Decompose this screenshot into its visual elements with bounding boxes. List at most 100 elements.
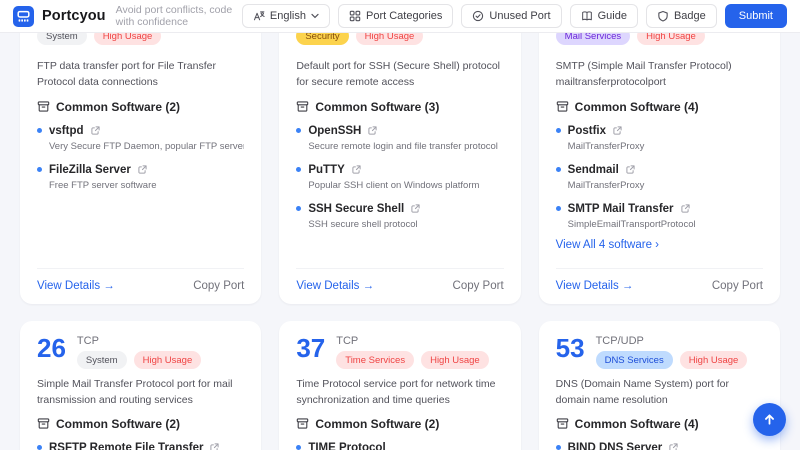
view-all-link[interactable]: View All 4 software ›: [556, 239, 763, 251]
port-description: Time Protocol service port for network t…: [296, 377, 503, 409]
software-item: SMTP Mail Transfer SimpleEmailTransportPr…: [556, 203, 763, 230]
bullet-dot: [296, 445, 301, 450]
software-name-link[interactable]: Sendmail: [568, 164, 619, 176]
port-meta: TCP Time ServicesHigh Usage: [336, 335, 488, 369]
software-description: SimpleEmailTransportProtocol: [568, 219, 763, 230]
bullet-dot: [556, 167, 561, 172]
bullet-dot: [37, 128, 42, 133]
software-item: PuTTY Popular SSH client on Windows platf…: [296, 164, 503, 191]
category-badge: DNS Services: [596, 351, 673, 369]
shield-icon: [657, 10, 669, 22]
software-description: SSH secure shell protocol: [308, 219, 503, 230]
port-description: Default port for SSH (Secure Shell) prot…: [296, 59, 503, 91]
software-name-link[interactable]: SMTP Mail Transfer: [568, 203, 674, 215]
software-item: RSFTP Remote File Transfer: [37, 442, 244, 450]
software-item: vsftpd Very Secure FTP Daemon, popular FT…: [37, 125, 244, 152]
port-protocol: TCP: [77, 335, 201, 348]
software-description: Very Secure FTP Daemon, popular FTP serv…: [49, 141, 244, 152]
badge-row: DNS Services High Usage: [596, 351, 748, 369]
port-card-grid: SystemHigh Usage FTP data transfer port …: [0, 5, 800, 450]
nav-button-unused-port[interactable]: Unused Port: [461, 4, 561, 28]
box-icon: [296, 100, 309, 113]
software-description: Popular SSH client on Windows platform: [308, 180, 503, 191]
software-item: FileZilla ServerFree FTP server software: [37, 164, 244, 191]
box-icon: [37, 417, 50, 430]
port-card[interactable]: 53 TCP/UDP DNS ServicesHigh Usage DNS (D…: [539, 321, 780, 450]
port-card[interactable]: Mail ServicesHigh Usage SMTP (Simple Mai…: [539, 5, 780, 304]
port-number: 26: [37, 335, 66, 369]
software-list: TIME Protocol: [296, 431, 503, 450]
external-link-icon: [613, 126, 622, 135]
card-footer: View Details → Copy Port: [556, 268, 763, 292]
nav-button-port-categories[interactable]: Port Categories: [338, 4, 453, 28]
port-card[interactable]: SecurityHigh Usage Default port for SSH …: [279, 5, 520, 304]
box-icon: [556, 100, 569, 113]
language-selector[interactable]: English: [242, 4, 330, 28]
badge-row: System High Usage: [77, 351, 201, 369]
category-badge: High Usage: [134, 351, 202, 369]
port-card[interactable]: 37 TCP Time ServicesHigh Usage Time Prot…: [279, 321, 520, 450]
scroll-to-top-button[interactable]: [753, 403, 786, 436]
bullet-dot: [296, 206, 301, 211]
bullet-dot: [556, 445, 561, 450]
nav-button-badge[interactable]: Badge: [646, 4, 717, 28]
software-description: MailTransferProxy: [568, 141, 763, 152]
external-link-icon: [91, 126, 100, 135]
copy-port-button[interactable]: Copy Port: [193, 280, 244, 292]
common-software-header: Common Software (2): [37, 100, 244, 114]
external-link-icon: [368, 126, 377, 135]
header-nav: English Port Categories Unused Port Guid…: [242, 4, 787, 28]
port-header: 37 TCP Time ServicesHigh Usage: [296, 335, 503, 369]
view-details-link[interactable]: View Details →: [296, 280, 374, 292]
circle-check-icon: [472, 10, 484, 22]
port-description: SMTP (Simple Mail Transfer Protocol) mai…: [556, 59, 763, 91]
copy-port-button[interactable]: Copy Port: [453, 280, 504, 292]
software-list: OpenSSH Secure remote login and file tran…: [296, 114, 503, 230]
software-name-link[interactable]: FileZilla Server: [49, 164, 131, 176]
port-number: 53: [556, 335, 585, 369]
category-badge: System: [77, 351, 127, 369]
external-link-icon: [681, 204, 690, 213]
category-badge: High Usage: [680, 351, 748, 369]
common-software-label: Common Software (3): [315, 100, 439, 114]
port-card[interactable]: 26 TCP System High Usage Simple Mail Tran…: [20, 321, 261, 450]
common-software-header: Common Software (2): [37, 417, 244, 431]
software-name-link[interactable]: BIND DNS Server: [568, 442, 663, 450]
view-details-link[interactable]: View Details →: [37, 280, 115, 292]
software-list: Postfix MailTransferProxy Sendmail MailTran…: [556, 114, 763, 230]
software-item: SSH Secure Shell SSH secure shell protoco…: [296, 203, 503, 230]
external-link-icon: [626, 165, 635, 174]
copy-port-button[interactable]: Copy Port: [712, 280, 763, 292]
software-description: Secure remote login and file transfer pr…: [308, 141, 503, 152]
bullet-dot: [296, 128, 301, 133]
software-name-link[interactable]: PuTTY: [308, 164, 344, 176]
software-name-link[interactable]: OpenSSH: [308, 125, 361, 137]
submit-button[interactable]: Submit: [725, 4, 787, 28]
badge-row: Time ServicesHigh Usage: [336, 351, 488, 369]
software-name-link[interactable]: RSFTP Remote File Transfer: [49, 442, 203, 450]
software-name-link[interactable]: vsftpd: [49, 125, 84, 137]
software-description: MailTransferProxy: [568, 180, 763, 191]
bullet-dot: [37, 167, 42, 172]
software-item: OpenSSH Secure remote login and file tran…: [296, 125, 503, 152]
view-details-link[interactable]: View Details →: [556, 280, 634, 292]
software-name-link[interactable]: Postfix: [568, 125, 606, 137]
port-card[interactable]: SystemHigh Usage FTP data transfer port …: [20, 5, 261, 304]
chevron-down-icon: [311, 13, 319, 19]
arrow-up-icon: [762, 412, 777, 427]
bullet-dot: [37, 445, 42, 450]
common-software-header: Common Software (3): [296, 100, 503, 114]
software-item: Postfix MailTransferProxy: [556, 125, 763, 152]
brand-logo-port-icon: [13, 6, 34, 27]
port-meta: TCP System High Usage: [77, 335, 201, 369]
port-description: Simple Mail Transfer Protocol port for m…: [37, 377, 244, 409]
box-icon: [296, 417, 309, 430]
software-list: BIND DNS Server: [556, 431, 763, 450]
nav-button-guide[interactable]: Guide: [570, 4, 638, 28]
software-name-link[interactable]: TIME Protocol: [308, 442, 385, 450]
category-badge: High Usage: [421, 351, 489, 369]
common-software-header: Common Software (4): [556, 100, 763, 114]
nav-label: Unused Port: [489, 10, 550, 22]
card-footer: View Details → Copy Port: [296, 268, 503, 292]
software-name-link[interactable]: SSH Secure Shell: [308, 203, 404, 215]
